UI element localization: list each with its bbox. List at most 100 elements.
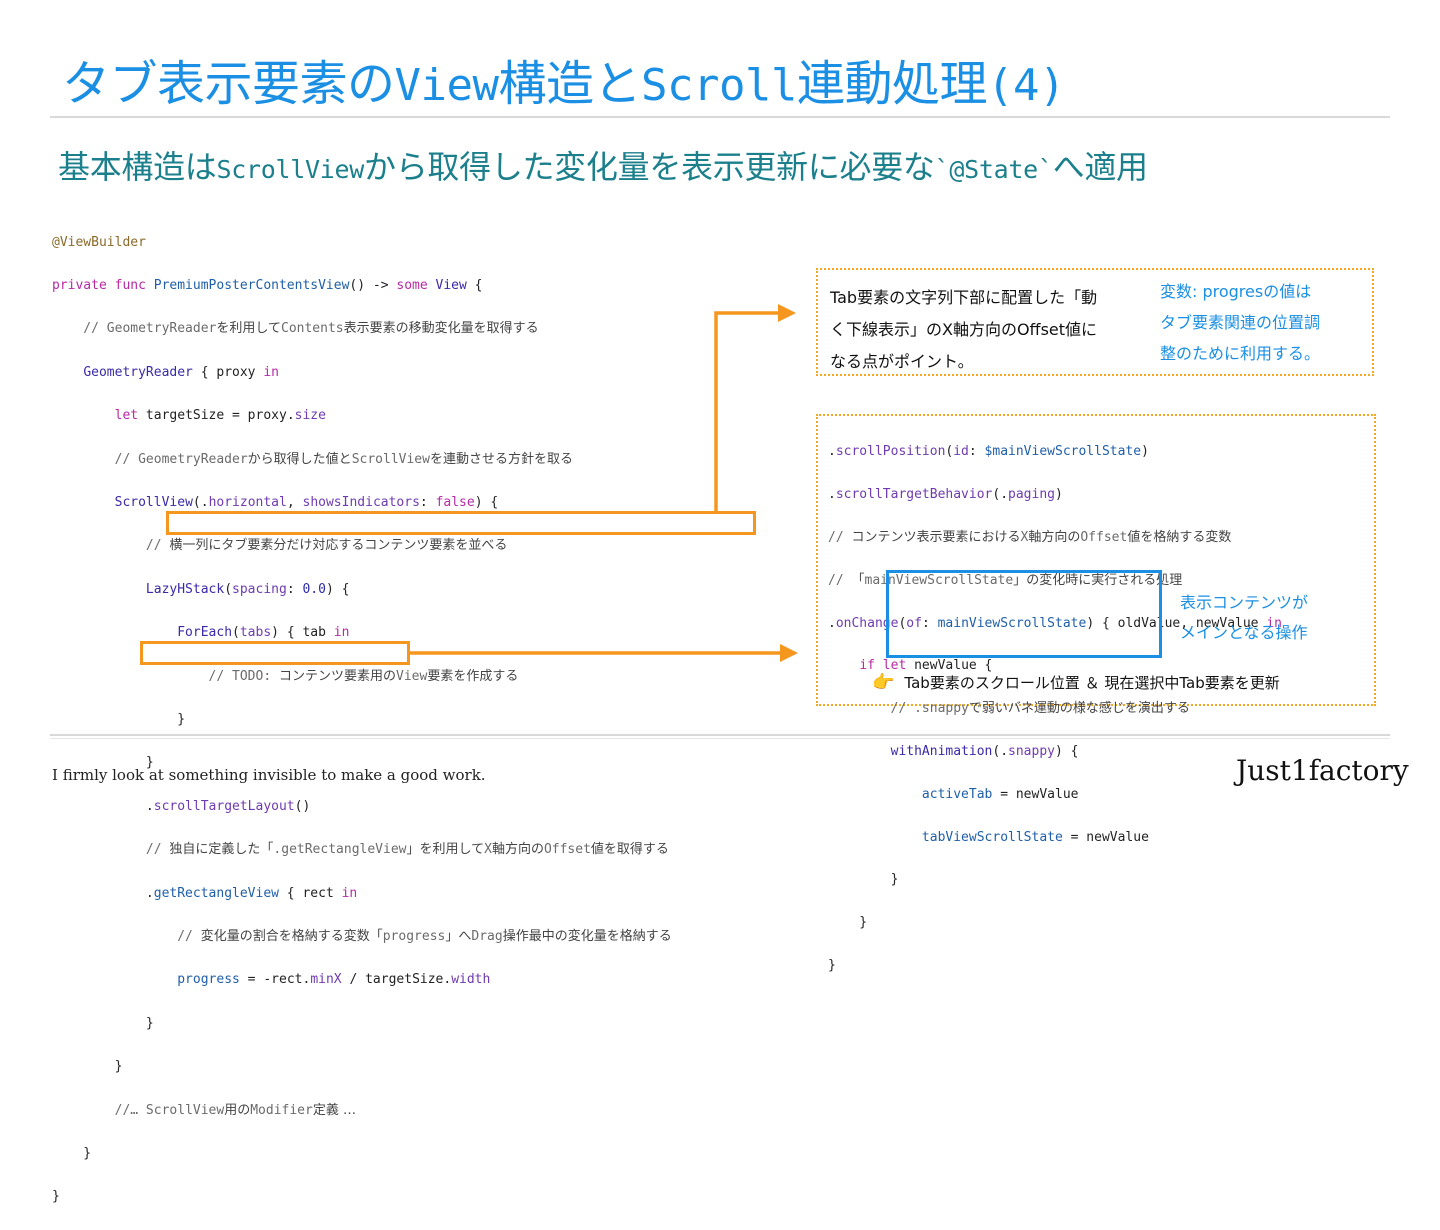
pointing-hand-icon: 👉 [872,672,895,693]
code-line: } [828,869,1282,890]
code-token: // [52,1102,131,1118]
code-line: //… ScrollView用のModifier定義 … [52,1100,672,1122]
code-token: ) [1055,487,1063,503]
code-token: } [52,1145,92,1161]
code-token: ) [1141,444,1149,460]
code-line: } [52,1143,672,1165]
code-line: // 独自に定義した「.getRectangleView」を利用してX軸方向のO… [52,839,672,861]
note-line: 整のために利用する。 [1160,344,1321,363]
code-token: = -rect. [239,972,311,988]
code-token: 軸方向の [1028,530,1081,545]
code-line: } [52,1013,672,1035]
code-token: snappy [1008,743,1055,759]
code-token: Offset [1080,530,1128,545]
highlight-withanimation [886,570,1162,658]
note-line: なる点がポイント。 [830,352,974,371]
code-token: . [828,487,836,503]
note-main-operation: 表示コンテンツが メインとなる操作 [1180,588,1308,648]
code-token: id [953,444,969,460]
code-line: } [52,1186,672,1208]
footer-divider-thin [50,738,1390,739]
code-token: (. [992,743,1009,759]
code-block-right: .scrollPosition(id: $mainViewScrollState… [828,420,1282,998]
code-token: 独自に定義した「 [169,842,274,858]
note-tab-update: 👉 Tab要素のスクロール位置 ＆ 現在選択中Tab要素を更新 [872,672,1280,693]
note-line: タブ要素関連の位置調 [1160,313,1321,332]
code-token: ) { [1055,743,1079,759]
code-line: tabViewScrollState = newValue [828,827,1282,848]
code-token: . [52,885,154,901]
code-token: Drag [471,928,503,944]
code-token: withAnimation [890,743,993,759]
code-line: } [828,955,1282,976]
code-token: // [828,572,852,588]
code-token: } [52,1059,123,1075]
code-token: Offset [543,842,591,858]
code-token: paging [1008,487,1055,503]
code-token: … ScrollView [130,1102,225,1118]
code-line: progress = -rect.minX / targetSize.width [52,969,672,991]
code-token: } [52,1189,60,1205]
code-token: 操作最中の変化量を格納する [502,928,672,944]
code-token: = newValue [992,786,1079,802]
code-token: getRectangleView [153,885,279,901]
code-token: : [968,444,985,460]
code-token: activeTab [921,786,993,802]
code-token: コンテンツ表示要素における [851,530,1021,545]
code-token: . [828,615,836,631]
code-token: 定義 … [312,1102,356,1118]
code-token: 値を格納する変数 [1127,530,1232,545]
code-token: / targetSize. [341,972,452,988]
code-token: // .snappy [828,701,969,717]
note-offset-text: Tab要素の文字列下部に配置した「動 く下線表示」のX軸方向のOffset値に … [830,282,1140,378]
note-line: メインとなる操作 [1180,623,1308,642]
code-line: // .snappyで弱いバネ運動の様な感じを演出する [828,698,1282,719]
code-token: // [828,530,852,545]
code-token: tabViewScrollState [921,829,1063,845]
code-token: progress [382,928,446,944]
code-token: } [828,957,836,973]
code-token: } [828,915,868,931]
code-token: minX [310,972,342,988]
code-token: scrollPosition [835,444,946,460]
code-token: 変化量の割合を格納する変数「 [200,928,383,944]
note-tab-update-text: Tab要素のスクロール位置 ＆ 現在選択中Tab要素を更新 [904,674,1280,692]
code-line: } [52,1056,672,1078]
code-token: $mainViewScrollState [984,444,1142,460]
code-token: X [484,842,492,858]
code-token: // [52,842,170,858]
note-line: 変数: progresの値は [1160,282,1312,301]
code-token: } [828,872,899,888]
code-token: = newValue [1062,829,1149,845]
code-token: .getRectangleView [273,842,407,858]
code-token: 」を利用して [406,842,485,858]
code-token: . [828,444,836,460]
code-token: 軸方向の [491,842,544,858]
footer-brand: Just1factory [1236,754,1409,787]
code-line: .getRectangleView { rect in [52,883,672,905]
code-token: } [52,1015,154,1031]
code-token: 用の [224,1102,251,1118]
note-progress-text: 変数: progresの値は タブ要素関連の位置調 整のために利用する。 [1160,276,1360,369]
code-line: withAnimation(.snappy) { [828,741,1282,762]
code-token: Modifier [250,1102,313,1118]
code-token: // [52,928,201,944]
code-token: { rect [278,885,342,901]
code-line: .scrollPosition(id: $mainViewScrollState… [828,441,1282,462]
note-line: く下線表示」のX軸方向のOffset値に [830,320,1098,339]
code-line: .scrollTargetBehavior(.paging) [828,484,1282,505]
code-token: progress [177,972,240,988]
code-token: で弱いバネ運動の様な感じを演出する [968,701,1190,717]
code-line: // 変化量の割合を格納する変数「progress」へDrag操作最中の変化量を… [52,926,672,948]
code-token: scrollTargetBehavior [835,487,993,503]
code-line: activeTab = newValue [828,784,1282,805]
note-line: 表示コンテンツが [1180,593,1309,612]
code-token: in [341,885,358,901]
code-token: (. [992,487,1009,503]
code-line: // コンテンツ表示要素におけるX軸方向のOffset値を格納する変数 [828,527,1282,548]
footer-tagline: I firmly look at something invisible to … [52,766,486,784]
